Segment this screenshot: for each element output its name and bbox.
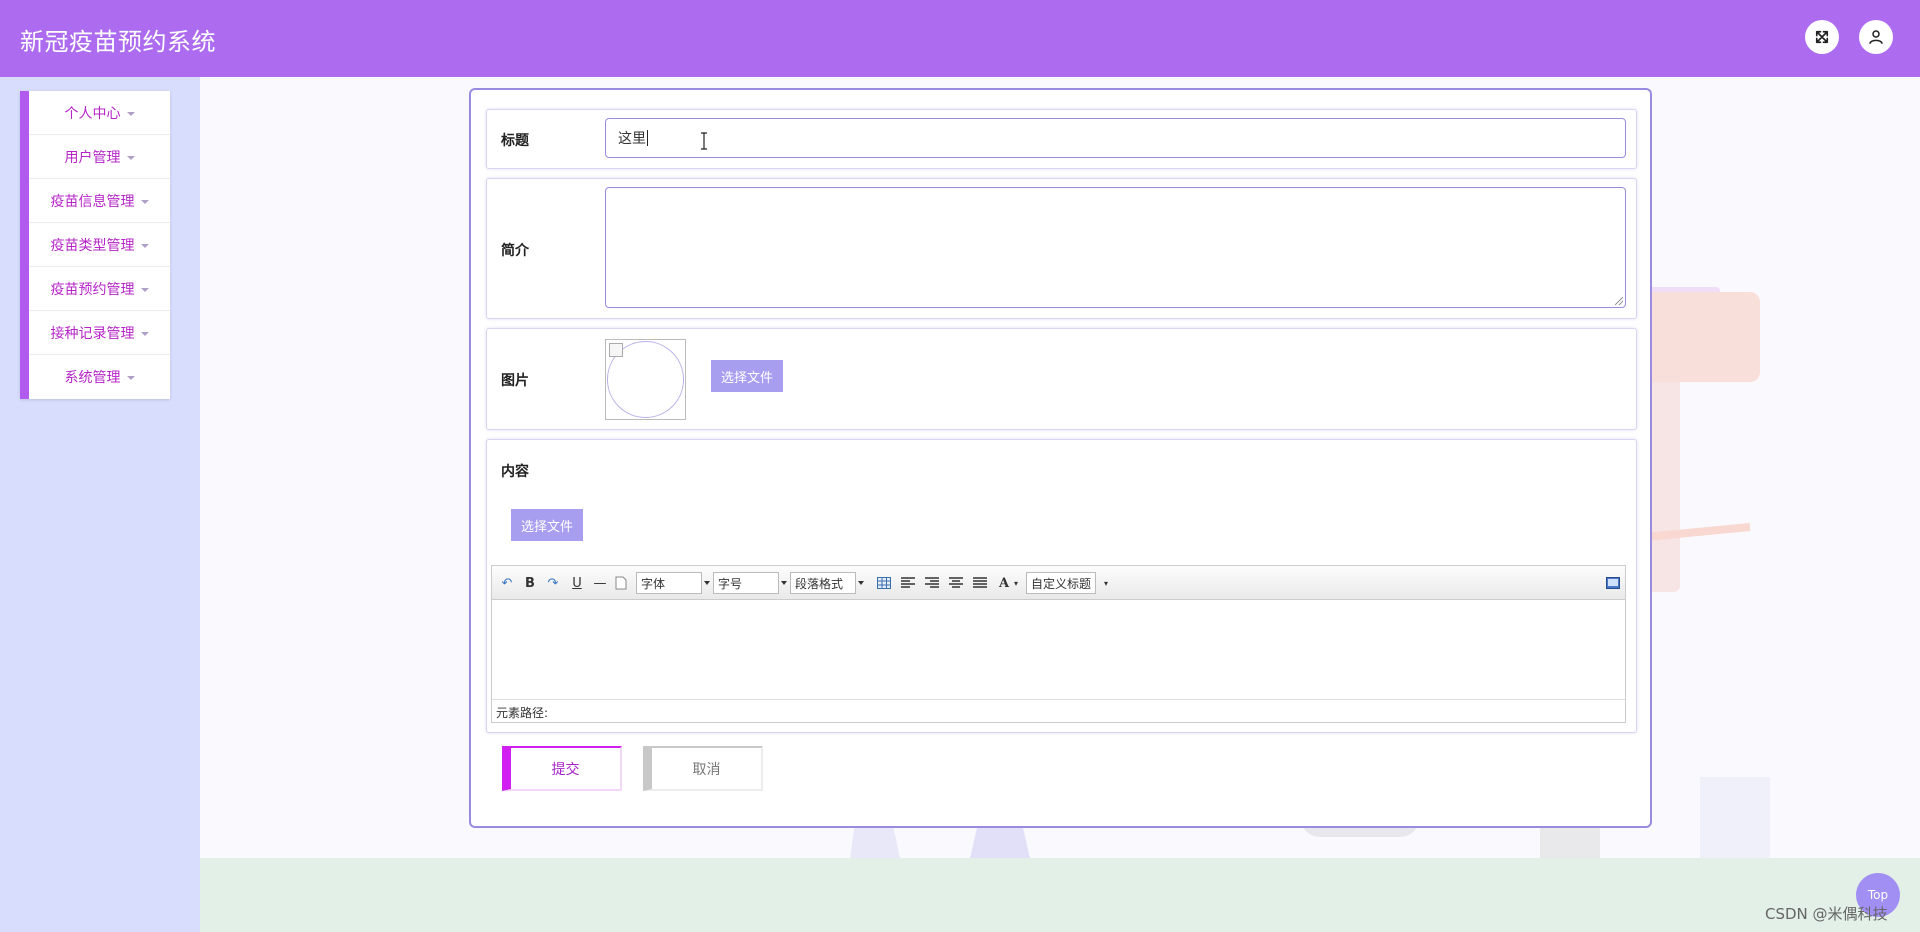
user-icon (1869, 30, 1883, 44)
image-label: 图片 (501, 373, 529, 389)
expand-icon (1815, 30, 1829, 44)
broken-image-icon (609, 343, 623, 357)
horizontal-rule-icon[interactable]: — (591, 574, 609, 592)
footer-band (200, 858, 1920, 932)
align-justify-icon[interactable] (971, 574, 989, 592)
caret-down-icon (140, 199, 149, 204)
font-color-arrow-icon[interactable]: ▾ (1007, 574, 1025, 592)
sidebar-item-vaccine-booking[interactable]: 疫苗预约管理 (29, 267, 170, 311)
sidebar-item-vaccination-records[interactable]: 接种记录管理 (29, 311, 170, 355)
sidebar-item-label: 系统管理 (64, 370, 121, 386)
sidebar-item-system[interactable]: 系统管理 (29, 355, 170, 399)
content-field-row: 内容 选择文件 ↶ B ↷ U — 字体 字号 段落格式 A ▾ 自定义标题 ▾… (486, 439, 1637, 733)
font-size-select[interactable]: 字号 (713, 572, 787, 594)
fullscreen-editor-icon[interactable] (1604, 574, 1622, 592)
caret-down-icon (126, 111, 135, 116)
font-family-value: 字体 (641, 577, 666, 591)
dropdown-arrow-icon (858, 581, 864, 585)
editor-toolbar: ↶ B ↷ U — 字体 字号 段落格式 A ▾ 自定义标题 ▾ (492, 566, 1625, 600)
underline-icon[interactable]: U (568, 574, 586, 592)
sidebar-item-label: 个人中心 (64, 105, 121, 122)
image-field-row: 图片 选择文件 (486, 328, 1637, 430)
cancel-button[interactable]: 取消 (643, 746, 763, 791)
paragraph-format-value: 段落格式 (795, 577, 844, 591)
text-cursor-icon (701, 132, 707, 150)
redo-icon[interactable]: ↷ (544, 574, 562, 592)
bold-icon[interactable]: B (521, 574, 539, 592)
image-upload-button[interactable]: 选择文件 (711, 360, 784, 392)
sidebar-item-vaccine-type[interactable]: 疫苗类型管理 (29, 223, 170, 267)
element-path-bar: 元素路径: (492, 699, 1625, 722)
dropdown-arrow-icon (704, 581, 710, 585)
intro-field-row: 简介 (486, 178, 1637, 319)
font-size-value: 字号 (718, 577, 743, 591)
align-right-icon[interactable] (923, 574, 941, 592)
intro-textarea[interactable] (605, 187, 1626, 308)
font-family-select[interactable]: 字体 (636, 572, 710, 594)
sidebar-item-vaccine-info[interactable]: 疫苗信息管理 (29, 179, 170, 223)
content-label: 内容 (501, 464, 529, 480)
image-preview (605, 339, 686, 420)
caret-down-icon (140, 243, 149, 248)
custom-title-select[interactable]: 自定义标题 (1026, 572, 1096, 594)
fullscreen-button[interactable] (1805, 20, 1839, 54)
content-upload-button[interactable]: 选择文件 (511, 509, 584, 541)
top-header: 新冠疫苗预约系统 (0, 0, 1920, 77)
editor-content-area[interactable] (492, 600, 1625, 700)
title-label: 标题 (501, 133, 529, 149)
sidebar-item-users[interactable]: 用户管理 (29, 135, 170, 179)
caret-down-icon (140, 287, 149, 292)
sidebar-item-label: 疫苗类型管理 (50, 237, 135, 254)
caret-down-icon (140, 331, 149, 336)
title-input-value: 这里 (618, 131, 646, 147)
user-button[interactable] (1859, 20, 1893, 54)
edit-form: 标题 这里 简介 图片 选择文件 内容 选择文件 ↶ B ↷ U — 字体 字号… (469, 88, 1652, 828)
sidebar-item-profile[interactable]: 个人中心 (29, 91, 170, 135)
resize-grip-icon[interactable] (1615, 297, 1623, 305)
undo-icon[interactable]: ↶ (498, 574, 516, 592)
document-icon[interactable] (612, 574, 630, 592)
title-input[interactable]: 这里 (605, 118, 1626, 158)
caret-down-icon (126, 155, 135, 160)
sidebar-item-label: 接种记录管理 (50, 325, 135, 342)
text-cursor (647, 130, 648, 146)
title-field-row: 标题 这里 (486, 109, 1637, 169)
custom-title-value: 自定义标题 (1031, 577, 1092, 591)
watermark-text: CSDN @米偶科技 (1765, 905, 1888, 923)
sidebar-item-label: 疫苗信息管理 (50, 193, 135, 210)
submit-button[interactable]: 提交 (502, 746, 622, 791)
rich-text-editor: ↶ B ↷ U — 字体 字号 段落格式 A ▾ 自定义标题 ▾ 元素路径: (491, 565, 1626, 723)
sidebar-item-label: 疫苗预约管理 (50, 281, 135, 298)
align-left-icon[interactable] (899, 574, 917, 592)
sidebar-menu: 个人中心 用户管理 疫苗信息管理 疫苗类型管理 疫苗预约管理 接种记录管理 系统… (20, 91, 170, 399)
caret-down-icon (126, 376, 135, 380)
intro-label: 简介 (501, 243, 529, 259)
sidebar-item-label: 用户管理 (64, 149, 121, 166)
paragraph-format-select[interactable]: 段落格式 (790, 572, 864, 594)
align-center-icon[interactable] (947, 574, 965, 592)
table-icon[interactable] (875, 574, 893, 592)
custom-title-arrow-icon[interactable]: ▾ (1097, 574, 1115, 592)
dropdown-arrow-icon (781, 581, 787, 585)
app-title: 新冠疫苗预约系统 (20, 28, 216, 56)
